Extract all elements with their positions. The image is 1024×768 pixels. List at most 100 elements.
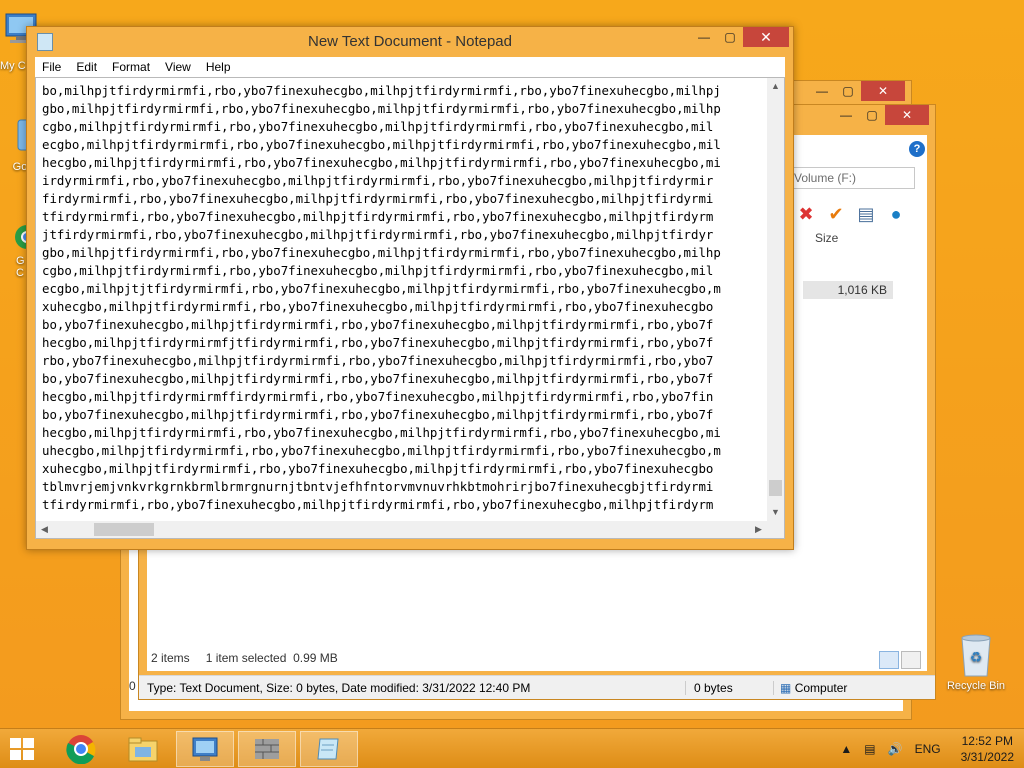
- text-line[interactable]: gbo,milhpjtfirdyrmirmfi,rbo,ybo7finexuhe…: [42, 244, 767, 262]
- status-location: ▦ Computer: [773, 680, 847, 695]
- horizontal-scrollbar[interactable]: ◀ ▶: [36, 521, 767, 538]
- text-line[interactable]: uhecgbo,milhpjtfirdyrmirmfi,rbo,ybo7fine…: [42, 442, 767, 460]
- folder-icon: [128, 737, 158, 762]
- desktop-icon-label: Recycle Bin: [946, 680, 1006, 692]
- language-indicator[interactable]: ENG: [909, 742, 947, 756]
- window-title: New Text Document - Notepad: [308, 33, 512, 50]
- text-line[interactable]: cgbo,milhpjtfirdyrmirmfi,rbo,ybo7finexuh…: [42, 262, 767, 280]
- notepad-window[interactable]: New Text Document - Notepad — ▢ ✕ File E…: [26, 26, 794, 550]
- maximize-button[interactable]: ▢: [717, 27, 743, 47]
- window-controls: — ▢ ✕: [833, 105, 929, 125]
- text-line[interactable]: rbo,ybo7finexuhecgbo,milhpjtfirdyrmirmfi…: [42, 352, 767, 370]
- status-size: 0 bytes: [685, 680, 773, 695]
- text-line[interactable]: ecgbo,milhpjtjtfirdyrmirmfi,rbo,ybo7fine…: [42, 280, 767, 298]
- selected-info: 1 item selected 0.99 MB: [205, 651, 338, 665]
- text-area[interactable]: bo,milhpjtfirdyrmirmfi,rbo,ybo7finexuhec…: [35, 77, 785, 539]
- clock-time: 12:52 PM: [961, 734, 1013, 748]
- text-line[interactable]: firdyrmirmfi,rbo,ybo7finexuhecgbo,milhpj…: [42, 190, 767, 208]
- desktop-icon-recycle-bin[interactable]: ♻ Recycle Bin: [940, 630, 1012, 692]
- clock[interactable]: 12:52 PM 3/31/2022: [947, 733, 1024, 765]
- control-panel-icon: [192, 737, 218, 761]
- text-line[interactable]: ecgbo,milhpjtfirdyrmirmfi,rbo,ybo7finexu…: [42, 136, 767, 154]
- network-icon[interactable]: ▤: [858, 742, 881, 756]
- menu-view[interactable]: View: [158, 60, 199, 74]
- text-line[interactable]: tfirdyrmirmfi,rbo,ybo7finexuhecgbo,milhp…: [42, 496, 767, 514]
- system-tray: ▲ ▤ 🔊 ENG 12:52 PM 3/31/2022: [834, 729, 1024, 768]
- scroll-up-arrow-icon[interactable]: ▲: [767, 78, 784, 95]
- window-controls: — ▢ ✕: [809, 81, 905, 101]
- selection-status: 2 items 1 item selected 0.99 MB: [151, 651, 338, 665]
- show-hidden-icons-icon[interactable]: ▲: [834, 742, 858, 756]
- taskbar-chrome[interactable]: [52, 731, 110, 767]
- details-view-button[interactable]: [879, 651, 899, 669]
- text-line[interactable]: cgbo,milhpjtfirdyrmirmfi,rbo,ybo7finexuh…: [42, 118, 767, 136]
- taskbar-firewall[interactable]: [238, 731, 296, 767]
- scroll-corner: [767, 521, 784, 538]
- rename-icon[interactable]: ▤: [855, 203, 877, 225]
- text-line[interactable]: tblmvrjemjvnkvrkgrnkbrmlbrmrgnurnjtbntvj…: [42, 478, 767, 496]
- minimize-button[interactable]: —: [691, 27, 717, 47]
- text-line[interactable]: bo,ybo7finexuhecgbo,milhpjtfirdyrmirmfi,…: [42, 370, 767, 388]
- menu-help[interactable]: Help: [199, 60, 239, 74]
- computer-icon: ▦: [780, 680, 792, 695]
- delete-icon[interactable]: ✖: [795, 203, 817, 225]
- minimize-button[interactable]: —: [809, 81, 835, 101]
- text-line[interactable]: gbo,milhpjtfirdyrmirmfi,rbo,ybo7finexuhe…: [42, 100, 767, 118]
- maximize-button[interactable]: ▢: [835, 81, 861, 101]
- menu-file[interactable]: File: [35, 60, 69, 74]
- text-line[interactable]: hecgbo,milhpjtfirdyrmirmfi,rbo,ybo7finex…: [42, 424, 767, 442]
- text-line[interactable]: xuhecgbo,milhpjtfirdyrmirmfi,rbo,ybo7fin…: [42, 460, 767, 478]
- chrome-icon: [66, 735, 96, 764]
- close-button[interactable]: ✕: [743, 27, 789, 47]
- taskbar-notepad[interactable]: [300, 731, 358, 767]
- menu-format[interactable]: Format: [105, 60, 158, 74]
- file-size-cell: 1,016 KB: [803, 281, 893, 299]
- items-count: 2 items: [151, 651, 190, 665]
- status-details: Type: Text Document, Size: 0 bytes, Date…: [147, 680, 531, 695]
- close-button[interactable]: ✕: [861, 81, 905, 101]
- taskbar: ▲ ▤ 🔊 ENG 12:52 PM 3/31/2022: [0, 728, 1024, 768]
- large-icons-view-button[interactable]: [901, 651, 921, 669]
- text-line[interactable]: hecgbo,milhpjtfirdyrmirmfjtfirdyrmirmfi,…: [42, 334, 767, 352]
- document-text[interactable]: bo,milhpjtfirdyrmirmfi,rbo,ybo7finexuhec…: [36, 82, 767, 521]
- taskbar-file-explorer[interactable]: [114, 731, 172, 767]
- text-line[interactable]: jtfirdyrmirmfi,rbo,ybo7finexuhecgbo,milh…: [42, 226, 767, 244]
- firewall-icon: [255, 739, 279, 759]
- text-line[interactable]: irdyrmirmfi,rbo,ybo7finexuhecgbo,milhpjt…: [42, 172, 767, 190]
- scroll-right-arrow-icon[interactable]: ▶: [750, 521, 767, 538]
- toolbar: ✖ ✔ ▤ ●: [795, 203, 907, 225]
- text-line[interactable]: bo,ybo7finexuhecgbo,milhpjtfirdyrmirmfi,…: [42, 406, 767, 424]
- notepad-icon: [317, 738, 339, 760]
- volume-icon[interactable]: 🔊: [882, 742, 909, 756]
- text-line[interactable]: bo,milhpjtfirdyrmirmfi,rbo,ybo7finexuhec…: [42, 82, 767, 100]
- scroll-down-arrow-icon[interactable]: ▼: [767, 504, 784, 521]
- text-line[interactable]: tfirdyrmirmfi,rbo,ybo7finexuhecgbo,milhp…: [42, 208, 767, 226]
- check-icon[interactable]: ✔: [825, 203, 847, 225]
- vertical-scrollbar[interactable]: ▲ ▼: [767, 78, 784, 521]
- scroll-left-arrow-icon[interactable]: ◀: [36, 521, 53, 538]
- menu-edit[interactable]: Edit: [69, 60, 105, 74]
- help-icon[interactable]: ?: [909, 141, 925, 157]
- start-button[interactable]: [10, 738, 36, 762]
- text-line[interactable]: xuhecgbo,milhpjtfirdyrmirmfi,rbo,ybo7fin…: [42, 298, 767, 316]
- desktop-icon-label: My C: [0, 60, 26, 72]
- svg-text:♻: ♻: [970, 649, 983, 665]
- status-bar: Type: Text Document, Size: 0 bytes, Date…: [139, 675, 935, 699]
- title-bar[interactable]: New Text Document - Notepad — ▢ ✕: [27, 27, 793, 57]
- menu-bar: File Edit Format View Help: [35, 57, 785, 77]
- shell-icon[interactable]: ●: [885, 203, 907, 225]
- search-input[interactable]: Volume (F:): [789, 167, 915, 189]
- scroll-thumb[interactable]: [769, 480, 782, 496]
- window-controls: — ▢ ✕: [691, 27, 789, 47]
- close-button[interactable]: ✕: [885, 105, 929, 125]
- taskbar-control-panel[interactable]: [176, 731, 234, 767]
- column-header-size[interactable]: Size: [815, 231, 838, 245]
- view-buttons: [879, 651, 921, 669]
- text-line[interactable]: hecgbo,milhpjtfirdyrmirmffirdyrmirmfi,rb…: [42, 388, 767, 406]
- minimize-button[interactable]: —: [833, 105, 859, 125]
- scroll-thumb[interactable]: [94, 523, 154, 536]
- maximize-button[interactable]: ▢: [859, 105, 885, 125]
- text-line[interactable]: hecgbo,milhpjtfirdyrmirmfi,rbo,ybo7finex…: [42, 154, 767, 172]
- recycle-bin-icon: ♻: [956, 630, 996, 680]
- text-line[interactable]: bo,ybo7finexuhecgbo,milhpjtfirdyrmirmfi,…: [42, 316, 767, 334]
